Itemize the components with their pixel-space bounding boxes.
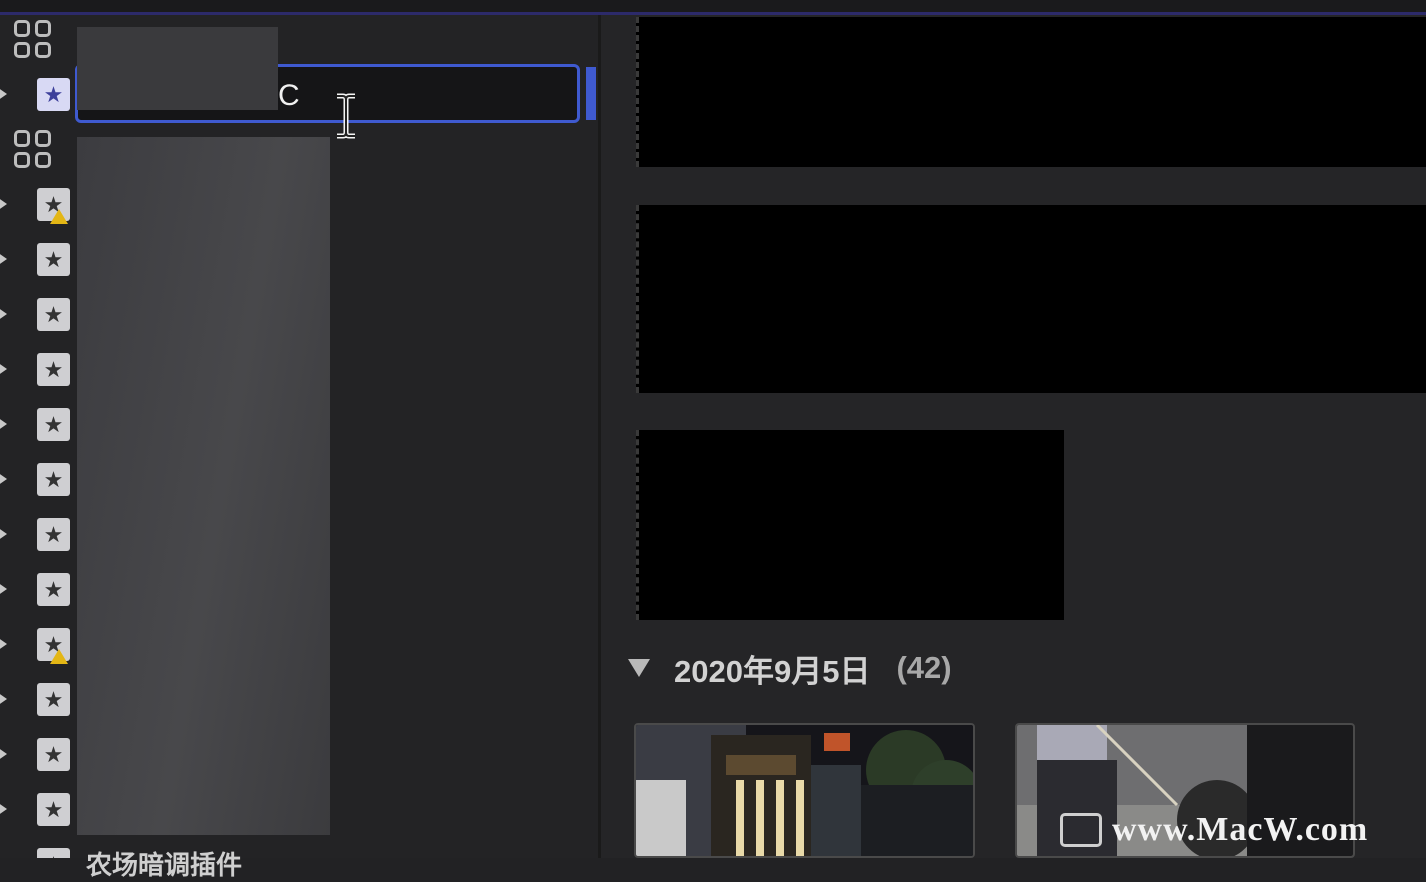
triangle-right-icon[interactable]: [0, 525, 7, 543]
redaction-overlay: [77, 27, 278, 110]
star-icon: ★: [37, 738, 70, 771]
watermark-text: www.MacW.com: [1112, 811, 1369, 848]
star-icon: ★: [37, 573, 70, 606]
star-icon: ★: [37, 683, 70, 716]
sidebar-event-label: 农场暗调插件: [86, 850, 243, 880]
redaction-overlay: [77, 137, 330, 835]
triangle-right-icon[interactable]: [0, 800, 7, 818]
selection-highlight: [586, 67, 596, 120]
grid-icon: [14, 20, 52, 58]
triangle-right-icon[interactable]: [0, 305, 7, 323]
section-count: (42): [896, 650, 952, 685]
clip-filmstrip[interactable]: [636, 430, 1064, 620]
star-icon: ★: [37, 243, 70, 276]
triangle-right-icon[interactable]: [0, 85, 7, 103]
triangle-right-icon[interactable]: [0, 690, 7, 708]
triangle-right-icon[interactable]: [0, 580, 7, 598]
clip-thumbnail[interactable]: [634, 723, 975, 858]
star-icon: ★: [37, 463, 70, 496]
rename-input-text: C: [278, 79, 300, 112]
triangle-right-icon[interactable]: [0, 415, 7, 433]
triangle-right-icon[interactable]: [0, 745, 7, 763]
grid-icon: [14, 130, 52, 168]
monitor-icon: [1060, 813, 1102, 847]
triangle-right-icon[interactable]: [0, 470, 7, 488]
section-date: 2020年9月5日: [674, 653, 871, 689]
street-scene-thumbnail: [636, 725, 973, 856]
date-section-header[interactable]: 2020年9月5日 (42): [626, 646, 952, 690]
star-icon: ★: [37, 518, 70, 551]
triangle-right-icon[interactable]: [0, 360, 7, 378]
clip-filmstrip[interactable]: [636, 205, 1426, 393]
star-icon: ★: [37, 793, 70, 826]
watermark: www.MacW.com: [1060, 810, 1368, 850]
star-icon: ★: [37, 408, 70, 441]
triangle-right-icon[interactable]: [0, 195, 7, 213]
star-icon: ★: [37, 78, 70, 111]
clip-filmstrip[interactable]: [636, 17, 1426, 167]
star-icon: ★: [37, 298, 70, 331]
warning-icon: [50, 209, 68, 224]
triangle-right-icon[interactable]: [0, 250, 7, 268]
star-icon: ★: [37, 848, 70, 858]
triangle-down-icon[interactable]: [628, 659, 650, 677]
triangle-right-icon[interactable]: [0, 635, 7, 653]
warning-icon: [50, 649, 68, 664]
star-icon: ★: [37, 353, 70, 386]
